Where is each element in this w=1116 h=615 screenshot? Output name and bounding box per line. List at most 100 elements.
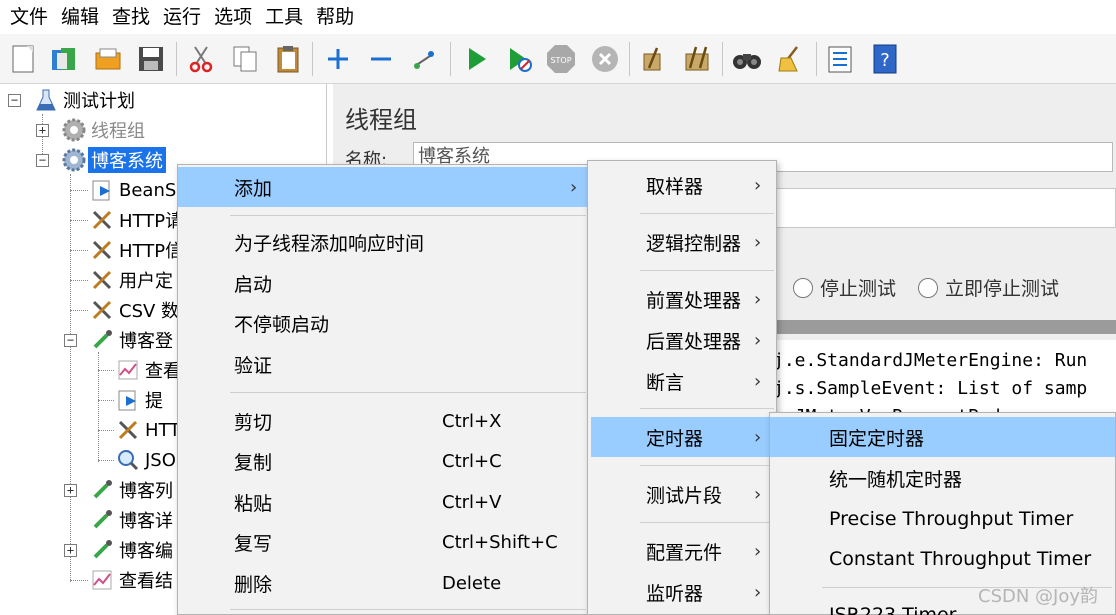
error-action-group: 停止测试 立即停止测试 [793,274,1059,301]
tools-icon [88,266,116,294]
log-line: j.s.SampleEvent: List of samp [773,378,1088,399]
menu-item-start-no-pause[interactable]: 不停顿启动 [178,303,588,343]
tree-node-test-plan[interactable]: 测试计划 [32,86,138,114]
menu-search[interactable]: 查找 [106,0,157,34]
tree-node-child[interactable]: 博客编 [88,536,176,564]
menu-file[interactable]: 文件 [4,0,55,34]
menu-tools[interactable]: 工具 [259,0,310,34]
tree-node-child[interactable]: BeanSl [88,176,184,204]
chevron-right-icon: › [754,540,762,562]
menu-item-logic-controller[interactable]: 逻辑控制器 › [588,222,776,262]
pipette-icon [88,506,116,534]
pipette-icon [88,326,116,354]
graph-icon [88,566,116,594]
tree-node-child[interactable]: 查看结 [88,566,176,594]
magnifier-icon [114,446,142,474]
menu-item-constant-timer[interactable]: 固定定时器 [770,417,1115,457]
tree-node-thread-group[interactable]: 线程组 [60,116,148,144]
radio-stop-now-label: 立即停止测试 [945,278,1060,300]
tree-node-blog-system[interactable]: 博客系统 [60,146,166,174]
context-menu: 添加 › 为子线程添加响应时间 启动 不停顿启动 验证 剪切 Ctrl+X 复制… [177,164,589,615]
menu-item-assertion[interactable]: 断言 › [588,361,776,401]
menu-item-validate[interactable]: 验证 [178,344,588,384]
function-helper-icon[interactable] [823,42,857,76]
shutdown-icon[interactable] [588,42,622,76]
menu-item-delete[interactable]: 删除 Delete [178,563,588,603]
save-icon[interactable] [134,42,168,76]
reset-search-icon[interactable] [773,42,807,76]
tree-node-child[interactable]: 博客列 [88,476,176,504]
comment-field[interactable] [773,188,1116,228]
collapse-toggle[interactable]: − [64,334,77,347]
chevron-right-icon: › [754,426,762,448]
start-icon[interactable] [459,42,493,76]
menu-item-cut[interactable]: 剪切 Ctrl+X [178,401,588,441]
tree-node-child[interactable]: HTTP信 [88,236,186,264]
menu-item-post-processor[interactable]: 后置处理器 › [588,320,776,360]
tree-node-child[interactable]: 博客详 [88,506,176,534]
collapse-toggle[interactable]: − [36,154,49,167]
menu-item-copy[interactable]: 复制 Ctrl+C [178,441,588,481]
tree-node-child[interactable]: 用户定 [88,266,176,294]
tools-icon [88,296,116,324]
menu-item-listener[interactable]: 监听器 › [588,572,776,612]
tools-icon [114,416,142,444]
menu-item-constant-throughput-timer[interactable]: Constant Throughput Timer [770,539,1115,579]
collapse-toggle[interactable]: − [8,94,21,107]
menu-edit[interactable]: 编辑 [55,0,106,34]
script-icon [114,386,142,414]
pipette-icon [88,476,116,504]
menu-item-pre-processor[interactable]: 前置处理器 › [588,279,776,319]
menu-item-add[interactable]: 添加 › [178,167,588,207]
expand-toggle[interactable]: + [64,484,77,497]
clear-icon[interactable] [637,42,671,76]
toggle-icon[interactable] [407,42,441,76]
expand-toggle[interactable]: + [36,124,49,137]
tree-node-grandchild[interactable]: 提 [114,386,166,414]
chevron-right-icon: › [570,176,578,198]
expand-toggle[interactable]: + [64,544,77,557]
svg-text:STOP: STOP [550,56,571,65]
clear-all-icon[interactable] [680,42,714,76]
menu-help[interactable]: 帮助 [310,0,361,34]
menu-item-test-fragment[interactable]: 测试片段 › [588,474,776,514]
tree-node-grandchild[interactable]: HTT [114,416,183,444]
graph-icon [114,356,142,384]
paste-icon[interactable] [271,42,305,76]
stop-icon[interactable]: STOP [544,42,578,76]
start-no-pause-icon[interactable] [502,42,536,76]
cut-icon[interactable] [184,42,218,76]
menu-run[interactable]: 运行 [157,0,208,34]
radio-stop-test-label: 停止测试 [820,278,897,300]
tree-node-child[interactable]: CSV 数 [88,296,182,324]
menu-item-config-element[interactable]: 配置元件 › [588,531,776,571]
chevron-right-icon: › [754,231,762,253]
radio-stop-now[interactable] [918,277,939,298]
help-icon[interactable]: ? [867,42,901,76]
menu-item-timer[interactable]: 定时器 › [591,417,773,457]
log-line: j.e.StandardJMeterEngine: Run [773,350,1088,371]
gear-icon [60,116,88,144]
tree-node-child[interactable]: 博客登 [88,326,176,354]
templates-icon[interactable] [47,42,81,76]
chevron-right-icon: › [754,174,762,196]
tree-node-grandchild[interactable]: JSO [114,446,179,474]
menu-item-sampler[interactable]: 取样器 › [588,165,776,205]
copy-icon[interactable] [228,42,262,76]
menu-item-paste[interactable]: 粘贴 Ctrl+V [178,482,588,522]
menu-item-duplicate[interactable]: 复写 Ctrl+Shift+C [178,522,588,562]
tree-node-child[interactable]: HTTP请 [88,206,186,234]
menu-item-add-response-time[interactable]: 为子线程添加响应时间 [178,222,588,262]
tree-node-grandchild[interactable]: 查看 [114,356,184,384]
expand-icon[interactable] [321,42,355,76]
menu-item-start[interactable]: 启动 [178,263,588,303]
menu-options[interactable]: 选项 [208,0,259,34]
menu-item-precise-throughput-timer[interactable]: Precise Throughput Timer [770,499,1115,539]
open-icon[interactable] [91,42,125,76]
menu-item-uniform-random-timer[interactable]: 统一随机定时器 [770,458,1115,498]
search-icon[interactable] [730,42,764,76]
collapse-icon[interactable] [364,42,398,76]
new-icon[interactable] [6,42,40,76]
radio-stop-test[interactable] [793,277,813,298]
svg-text:?: ? [880,50,890,71]
